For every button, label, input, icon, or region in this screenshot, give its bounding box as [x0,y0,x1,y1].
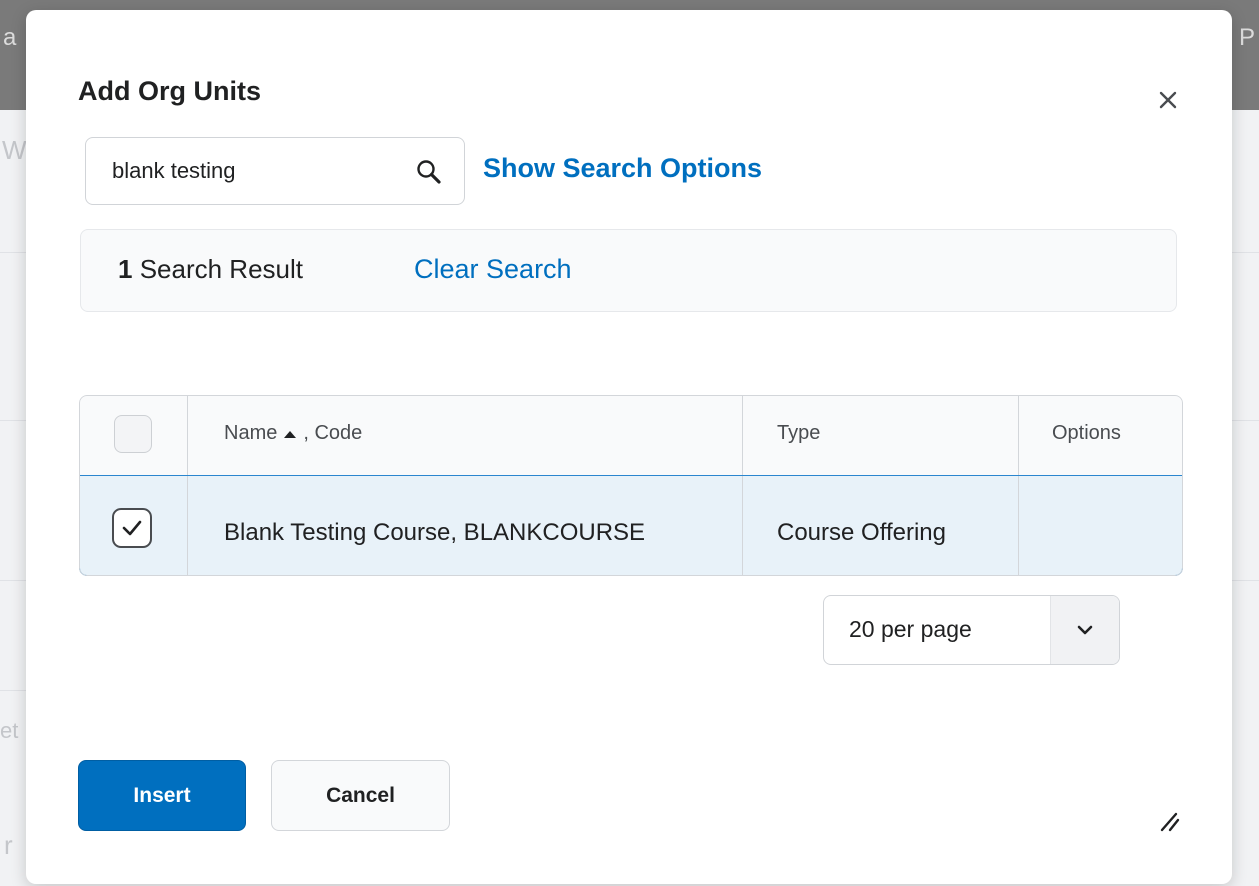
cancel-button[interactable]: Cancel [271,760,450,831]
column-header-name: Name [224,422,278,444]
search-results-bar: 1 Search Result Clear Search [80,229,1177,312]
sort-ascending-icon [284,430,297,438]
chevron-down-icon [1077,625,1093,635]
search-field [85,137,465,205]
select-all-checkbox[interactable] [114,415,152,453]
search-result-count: 1 Search Result [118,254,303,285]
cell-type: Course Offering [777,519,946,546]
row-checkbox[interactable] [112,508,152,548]
background-divider [0,420,28,421]
column-header-code: , Code [303,422,363,444]
search-input[interactable] [86,138,396,204]
background-divider [1232,420,1259,421]
background-divider [0,252,28,253]
background-text-fragment: a [3,24,17,51]
cell-name-code: Blank Testing Course, BLANKCOURSE [224,519,646,546]
column-header-name-code[interactable]: Name , Code [224,422,362,445]
resize-handle-icon[interactable] [1154,806,1182,834]
add-org-units-dialog: Add Org Units Show Search Options 1 Sear… [26,10,1232,884]
clear-search-link[interactable]: Clear Search [414,254,572,285]
column-divider [1018,395,1019,576]
result-count-label: Search Result [139,254,304,284]
background-divider [1232,252,1259,253]
column-divider [187,395,188,576]
column-header-options: Options [1052,422,1121,444]
dialog-title: Add Org Units [78,76,261,106]
search-button[interactable] [412,155,446,189]
background-divider [1232,580,1259,581]
result-count-number: 1 [118,254,133,284]
background-divider [0,580,28,581]
background-text-fragment: r [4,830,13,860]
page-size-dropdown-button[interactable] [1050,596,1119,664]
show-search-options-link[interactable]: Show Search Options [483,153,762,184]
background-text-fragment: W [2,135,27,165]
background-text-fragment: et [0,718,19,743]
page-size-value: 20 per page [849,616,972,642]
checkmark-icon [122,520,142,536]
insert-button[interactable]: Insert [78,760,246,831]
search-icon [417,160,441,184]
column-divider [742,395,743,576]
column-header-type: Type [777,422,821,444]
org-units-table: Name , Code Type Options Blank Testing C… [79,395,1183,576]
background-divider [0,690,28,691]
page-size-select[interactable]: 20 per page [823,595,1120,665]
background-text-fragment: P [1239,24,1256,51]
close-button[interactable] [1150,82,1186,118]
close-icon [1159,91,1177,109]
